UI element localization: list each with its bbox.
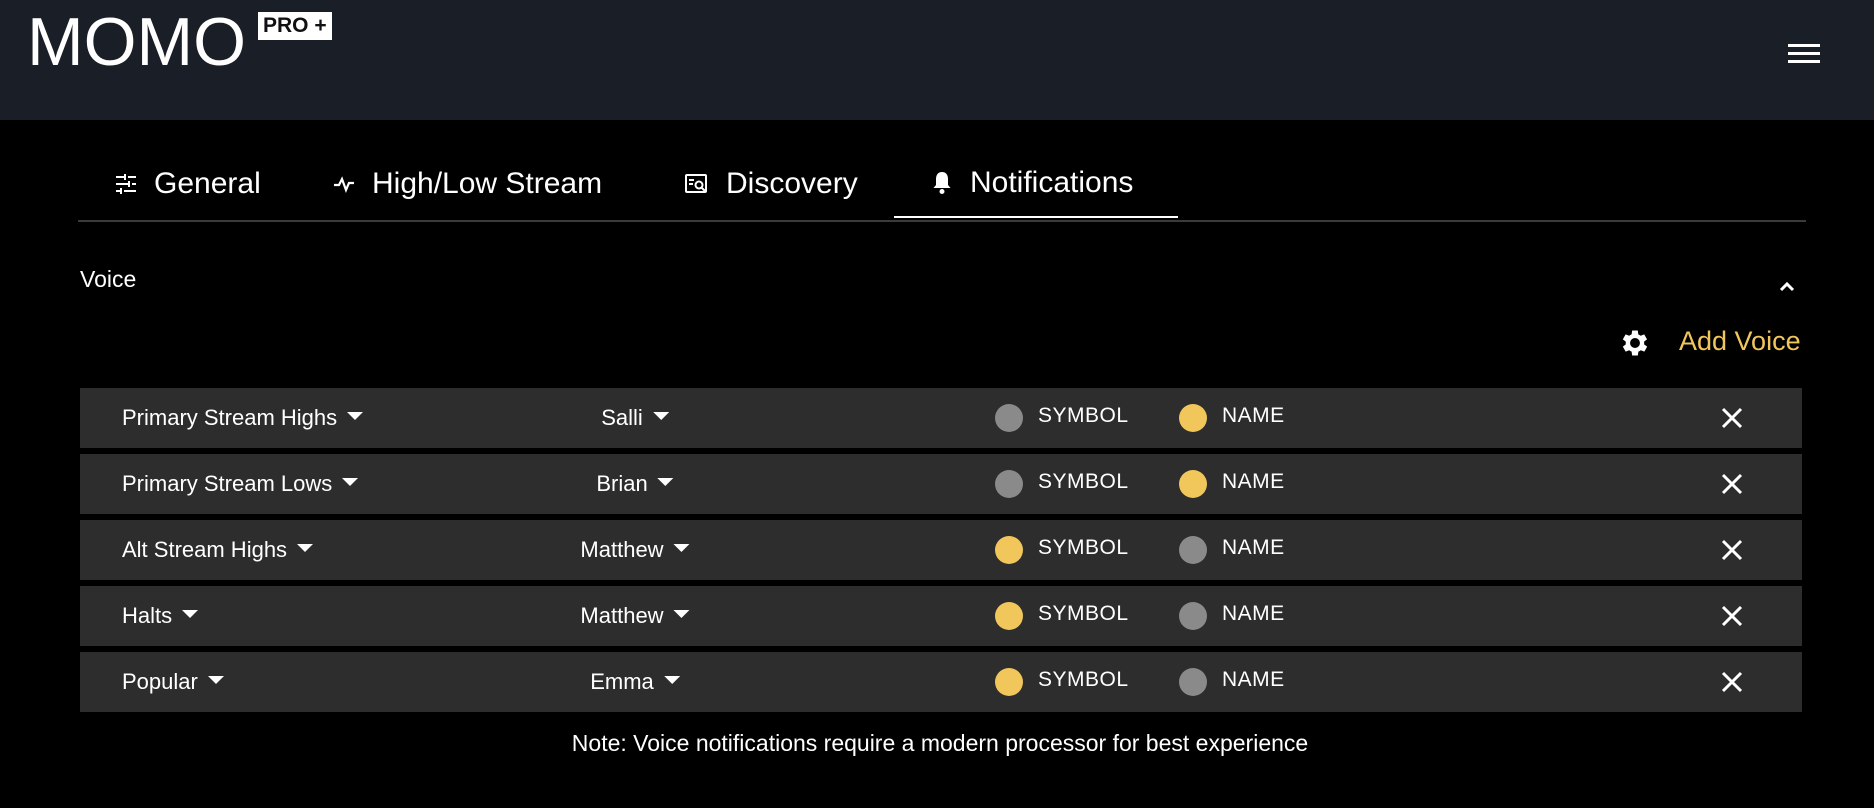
add-voice-button[interactable]: Add Voice: [1679, 326, 1801, 357]
gear-icon[interactable]: [1618, 326, 1652, 360]
voice-dropdown-value: Matthew: [580, 537, 664, 562]
tab-notifications[interactable]: Notifications: [894, 150, 1178, 218]
stream-dropdown-value: Halts: [122, 603, 173, 628]
tab-label: High/Low Stream: [372, 167, 603, 200]
caret-down-icon: [297, 544, 314, 552]
pro-badge: PRO +: [258, 12, 332, 40]
stream-dropdown[interactable]: Popular: [122, 652, 224, 712]
name-radio[interactable]: [1179, 470, 1207, 498]
name-radio[interactable]: [1179, 602, 1207, 630]
stream-dropdown-value: Alt Stream Highs: [122, 537, 288, 562]
stream-dropdown[interactable]: Primary Stream Highs: [122, 388, 364, 448]
caret-down-icon: [657, 478, 674, 486]
voice-row: Alt Stream Highs Matthew SYMBOL NAME: [80, 520, 1802, 580]
name-label: NAME: [1222, 668, 1285, 691]
tab-general[interactable]: General: [114, 150, 261, 218]
stream-dropdown[interactable]: Halts: [122, 586, 199, 646]
voice-dropdown-value: Brian: [596, 471, 648, 496]
name-label: NAME: [1222, 470, 1285, 493]
stream-dropdown[interactable]: Primary Stream Lows: [122, 454, 359, 514]
processor-note: Note: Voice notifications require a mode…: [571, 730, 1309, 756]
chevron-up-icon[interactable]: [1776, 278, 1798, 294]
caret-down-icon: [652, 412, 669, 420]
symbol-radio[interactable]: [995, 668, 1023, 696]
symbol-label: SYMBOL: [1038, 536, 1129, 559]
voice-dropdown-value: Emma: [590, 669, 654, 694]
close-icon[interactable]: [1720, 604, 1744, 628]
hamburger-menu-icon[interactable]: [1788, 40, 1824, 70]
tab-label: General: [154, 167, 261, 200]
caret-down-icon: [673, 610, 690, 618]
voice-row: Primary Stream Highs Salli SYMBOL NAME: [80, 388, 1802, 448]
voice-dropdown[interactable]: Emma: [590, 652, 680, 712]
name-label: NAME: [1222, 602, 1285, 625]
caret-down-icon: [663, 676, 680, 684]
settings-tabs: General High/Low Stream Discovery Notifi…: [78, 150, 1806, 222]
caret-down-icon: [673, 544, 690, 552]
symbol-radio[interactable]: [995, 470, 1023, 498]
name-radio[interactable]: [1179, 536, 1207, 564]
close-icon[interactable]: [1720, 538, 1744, 562]
symbol-label: SYMBOL: [1038, 602, 1129, 625]
tab-discovery[interactable]: Discovery: [684, 150, 858, 218]
caret-down-icon: [207, 676, 224, 684]
voice-row: Primary Stream Lows Brian SYMBOL NAME: [80, 454, 1802, 514]
discover-icon: [685, 174, 707, 193]
voice-row: Halts Matthew SYMBOL NAME: [80, 586, 1802, 646]
symbol-label: SYMBOL: [1038, 668, 1129, 691]
name-label: NAME: [1222, 536, 1285, 559]
stream-dropdown-value: Popular: [122, 669, 198, 694]
tab-high-low-stream[interactable]: High/Low Stream: [332, 150, 602, 218]
name-radio[interactable]: [1179, 668, 1207, 696]
app-logo[interactable]: MOMO: [27, 2, 246, 82]
close-icon[interactable]: [1720, 670, 1744, 694]
voice-dropdown[interactable]: Brian: [596, 454, 674, 514]
voice-rows: Primary Stream Highs Salli SYMBOL NAME P…: [80, 388, 1802, 718]
voice-dropdown[interactable]: Salli: [601, 388, 669, 448]
stream-dropdown-value: Primary Stream Highs: [122, 405, 338, 430]
tab-label: Notifications: [970, 166, 1134, 199]
voice-dropdown[interactable]: Matthew: [580, 520, 690, 580]
name-radio[interactable]: [1179, 404, 1207, 432]
caret-down-icon: [342, 478, 359, 486]
voice-dropdown-value: Matthew: [580, 603, 664, 628]
tab-label: Discovery: [726, 167, 858, 200]
symbol-radio[interactable]: [995, 602, 1023, 630]
symbol-label: SYMBOL: [1038, 470, 1129, 493]
sliders-icon: [116, 174, 136, 194]
pulse-icon: [334, 176, 354, 193]
stream-dropdown[interactable]: Alt Stream Highs: [122, 520, 314, 580]
stream-dropdown-value: Primary Stream Lows: [122, 471, 333, 496]
symbol-radio[interactable]: [995, 536, 1023, 564]
symbol-label: SYMBOL: [1038, 404, 1129, 427]
bell-icon: [933, 172, 951, 194]
name-label: NAME: [1222, 404, 1285, 427]
voice-dropdown-value: Salli: [601, 405, 643, 430]
caret-down-icon: [182, 610, 199, 618]
voice-row: Popular Emma SYMBOL NAME: [80, 652, 1802, 712]
close-icon[interactable]: [1720, 472, 1744, 496]
close-icon[interactable]: [1720, 406, 1744, 430]
voice-section-title: Voice: [80, 266, 137, 292]
caret-down-icon: [347, 412, 364, 420]
top-bar: MOMO PRO +: [0, 0, 1874, 120]
symbol-radio[interactable]: [995, 404, 1023, 432]
voice-dropdown[interactable]: Matthew: [580, 586, 690, 646]
